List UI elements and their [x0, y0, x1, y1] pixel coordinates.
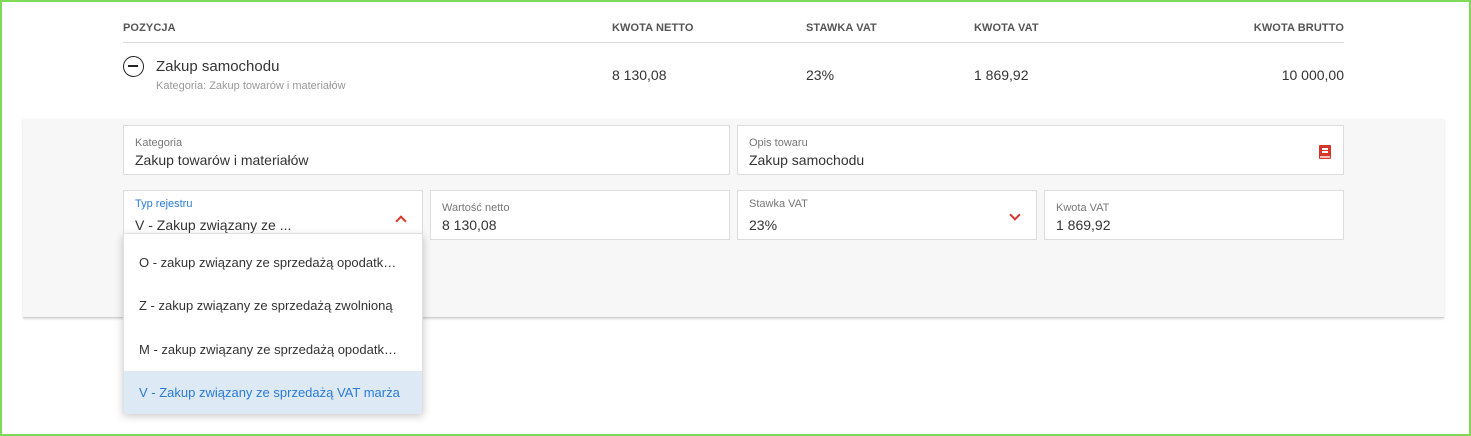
kwota-vat-label: Kwota VAT [1056, 202, 1110, 214]
dropdown-option[interactable]: O - zakup związany ze sprzedażą opodatko… [124, 241, 422, 284]
stawka-vat-label: Stawka VAT [749, 198, 808, 210]
dropdown-option[interactable]: Z - zakup związany ze sprzedażą zwolnion… [124, 284, 422, 327]
row-kwota-brutto: 10 000,00 [1281, 67, 1344, 83]
header-stawka-vat: STAWKA VAT [806, 22, 877, 34]
typ-rejestru-dropdown: O - zakup związany ze sprzedażą opodatko… [123, 233, 423, 414]
dropdown-option-selected[interactable]: V - Zakup związany ze sprzedażą VAT marż… [124, 371, 422, 414]
wartosc-netto-label: Wartość netto [442, 202, 510, 214]
chevron-down-icon[interactable] [1009, 209, 1021, 221]
typ-rejestru-value: V - Zakup związany ze ... [135, 217, 292, 233]
header-kwota-brutto: KWOTA BRUTTO [1253, 22, 1344, 34]
header-pozycja: POZYCJA [123, 22, 176, 34]
row-kwota-netto: 8 130,08 [612, 67, 667, 83]
header-kwota-netto: KWOTA NETTO [612, 22, 694, 34]
table-row: Zakup samochodu Kategoria: Zakup towarów… [123, 43, 1344, 118]
collapse-row-button[interactable] [123, 56, 144, 77]
kategoria-value: Zakup towarów i materiałów [135, 152, 309, 168]
stawka-vat-select[interactable]: Stawka VAT 23% [737, 190, 1037, 240]
item-name: Zakup samochodu [156, 58, 280, 75]
wartosc-netto-value: 8 130,08 [442, 217, 497, 233]
row-kwota-vat: 1 869,92 [974, 67, 1029, 83]
kwota-vat-value: 1 869,92 [1056, 217, 1111, 233]
opis-towaru-value: Zakup samochodu [749, 152, 865, 168]
row-stawka-vat: 23% [806, 67, 835, 83]
typ-rejestru-label: Typ rejestru [135, 198, 193, 210]
table-header: POZYCJA KWOTA NETTO STAWKA VAT KWOTA VAT… [123, 0, 1344, 43]
opis-towaru-label: Opis towaru [749, 137, 808, 149]
kwota-vat-field[interactable]: Kwota VAT 1 869,92 [1044, 190, 1344, 240]
book-icon[interactable] [1319, 145, 1331, 159]
dropdown-option[interactable]: M - zakup związany ze sprzedażą opodatko… [124, 328, 422, 371]
opis-towaru-field[interactable]: Opis towaru Zakup samochodu [737, 125, 1344, 175]
header-kwota-vat: KWOTA VAT [974, 22, 1039, 34]
item-category: Kategoria: Zakup towarów i materiałów [156, 80, 346, 92]
stawka-vat-value: 23% [749, 217, 778, 233]
kategoria-label: Kategoria [135, 137, 183, 149]
wartosc-netto-field[interactable]: Wartość netto 8 130,08 [430, 190, 730, 240]
kategoria-field[interactable]: Kategoria Zakup towarów i materiałów [123, 125, 730, 175]
chevron-up-icon[interactable] [395, 215, 407, 227]
